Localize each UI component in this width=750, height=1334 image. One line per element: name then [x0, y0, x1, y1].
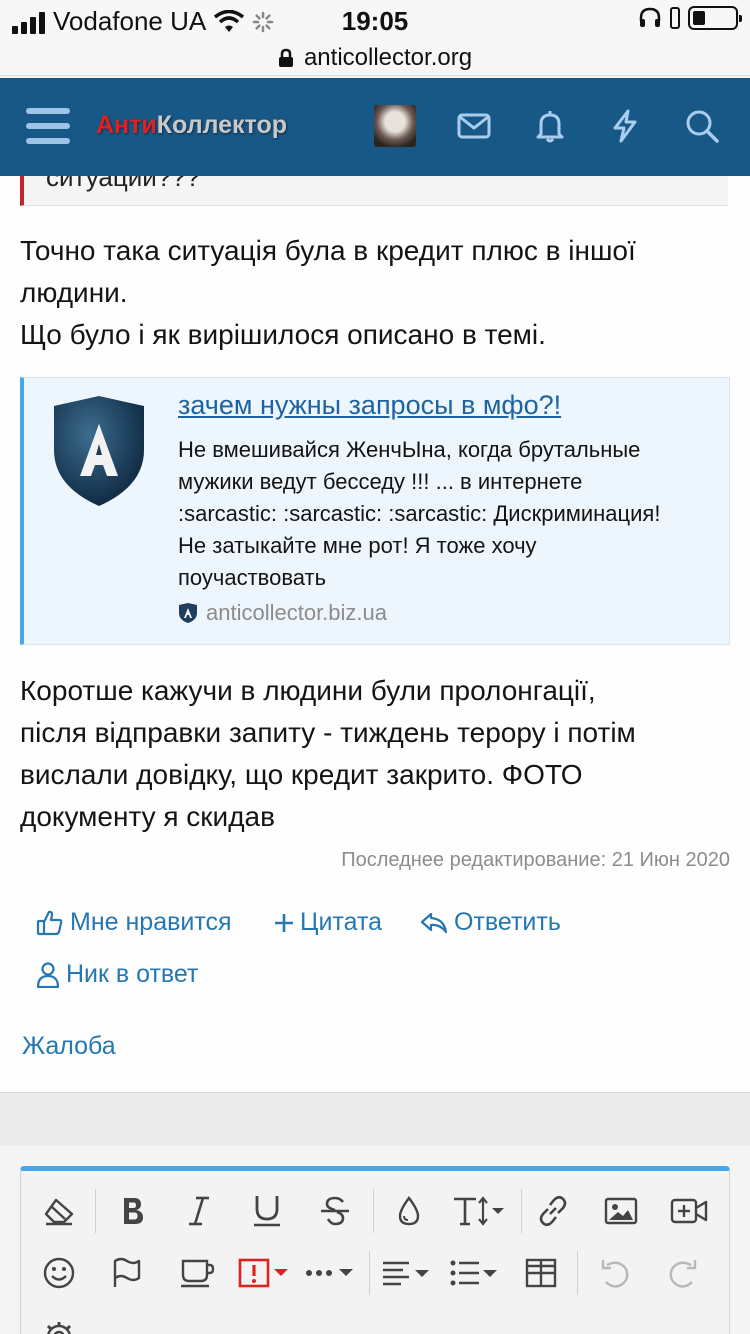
lock-icon [278, 48, 293, 67]
editor-toolbar [20, 1166, 730, 1334]
plus-icon [275, 913, 293, 932]
avatar[interactable] [374, 105, 416, 147]
ios-status-bar: Vodafone UA 19:05 [0, 0, 750, 40]
mention-label: Ник в ответ [66, 960, 199, 988]
post-text-line: Що було і як вирішилося описано в темі. [20, 319, 546, 350]
strikethrough-icon[interactable] [307, 1187, 363, 1235]
search-icon[interactable] [684, 108, 720, 144]
quote-label: Цитата [300, 908, 383, 936]
bell-icon[interactable] [532, 108, 568, 144]
site-shield-logo [54, 396, 144, 506]
reply-label: Ответить [454, 908, 561, 936]
link-preview-desc-line: Не затыкайте мне рот! Я тоже хочу [178, 533, 537, 558]
link-preview-desc-line: Не вмешивайся ЖенчЫна, когда брутальные [178, 437, 641, 462]
redo-icon[interactable] [655, 1249, 711, 1297]
status-right [638, 6, 742, 30]
media-icon[interactable] [661, 1187, 717, 1235]
logo-part-red: Анти [96, 111, 157, 139]
toolbar-divider [95, 1189, 96, 1233]
logo-part-gray: Коллектор [156, 111, 287, 139]
post-text-line: після відправки запиту - тиждень терору … [20, 717, 636, 748]
gear-icon[interactable] [31, 1313, 87, 1334]
like-button[interactable]: Мне нравится [36, 908, 232, 937]
quote-block: ситуации??? [20, 176, 728, 206]
toolbar-divider [373, 1189, 374, 1233]
link-preview-domain-row: anticollector.biz.ua [178, 600, 387, 626]
bolt-icon[interactable] [607, 108, 643, 144]
smiley-icon[interactable] [31, 1249, 87, 1297]
eraser-icon[interactable] [31, 1187, 87, 1235]
quote-button[interactable]: Цитата [274, 908, 382, 937]
post-content: ситуации??? Точно така ситуація була в к… [0, 176, 750, 1092]
italic-icon[interactable] [171, 1187, 227, 1235]
battery-level [693, 11, 705, 25]
thumbs-up-icon [36, 910, 63, 935]
section-divider [0, 1092, 750, 1146]
image-icon[interactable] [593, 1187, 649, 1235]
browser-url-bar[interactable]: anticollector.org [0, 40, 750, 76]
site-header: АнтиКоллектор [0, 78, 750, 176]
post-text-line: людини. [20, 277, 128, 308]
url-text: anticollector.org [303, 43, 473, 71]
user-icon [36, 961, 60, 988]
link-preview-desc-line: поучаствовать [178, 565, 327, 590]
last-edited-note: Последнее редактирование: 21 Июн 2020 [341, 849, 730, 871]
orientation-lock-icon [670, 7, 680, 29]
toolbar-divider [577, 1251, 578, 1295]
site-logo[interactable]: АнтиКоллектор [96, 111, 287, 140]
cup-icon[interactable] [169, 1249, 225, 1297]
bold-icon[interactable] [105, 1187, 161, 1235]
menu-icon[interactable] [26, 108, 70, 144]
report-link[interactable]: Жалоба [22, 1032, 116, 1061]
reply-arrow-icon [420, 912, 448, 933]
link-preview-domain: anticollector.biz.ua [206, 600, 387, 625]
list-icon[interactable] [445, 1249, 507, 1297]
report-label: Жалоба [22, 1032, 116, 1060]
post-text-line: документу я скидав [20, 801, 275, 832]
post-text-line: вислали довідку, що кредит закрито. ФОТО [20, 759, 583, 790]
battery-icon [688, 6, 742, 30]
site-favicon-icon [179, 603, 197, 623]
headphones-icon [639, 7, 661, 27]
quote-text: ситуации??? [46, 176, 201, 192]
toolbar-divider [369, 1251, 370, 1295]
link-preview-description: Не вмешивайся ЖенчЫна, когда брутальные … [178, 434, 718, 594]
spoiler-icon[interactable] [235, 1249, 295, 1297]
align-icon[interactable] [377, 1249, 439, 1297]
link-preview-title[interactable]: зачем нужны запросы в мфо?! [178, 390, 561, 421]
table-icon[interactable] [513, 1249, 569, 1297]
post-text-line: Коротше кажучи в людини були пролонгації… [20, 675, 596, 706]
mention-button[interactable]: Ник в ответ [36, 960, 198, 989]
like-label: Мне нравится [70, 908, 232, 936]
post-text-line: Точно така ситуація була в кредит плюс в… [20, 235, 636, 266]
link-icon[interactable] [525, 1187, 581, 1235]
text-size-icon[interactable] [449, 1187, 513, 1235]
reply-button[interactable]: Ответить [420, 908, 561, 937]
color-drop-icon[interactable] [381, 1187, 437, 1235]
more-icon[interactable] [301, 1249, 363, 1297]
toolbar-divider [521, 1189, 522, 1233]
link-preview-desc-line: мужики ведут бесседу !!! ... в интернете [178, 469, 583, 494]
underline-icon[interactable] [239, 1187, 295, 1235]
flag-icon[interactable] [99, 1249, 155, 1297]
undo-icon[interactable] [587, 1249, 643, 1297]
inbox-icon[interactable] [456, 108, 492, 144]
link-preview-desc-line: :sarcastic: :sarcastic: :sarcastic: Диск… [178, 501, 661, 526]
link-preview[interactable]: зачем нужны запросы в мфо?! Не вмешивайс… [20, 377, 730, 645]
